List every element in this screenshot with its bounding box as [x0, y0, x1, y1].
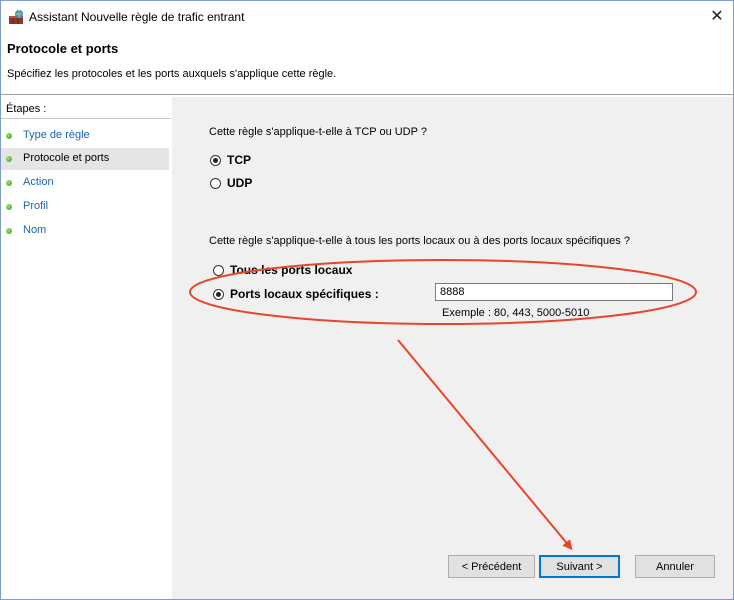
close-icon: ✕	[710, 8, 724, 25]
protocol-question: Cette règle s'applique-t-elle à TCP ou U…	[209, 126, 427, 138]
step-label: Action	[23, 176, 54, 188]
wizard-window: Assistant Nouvelle règle de trafic entra…	[0, 0, 734, 600]
page-description: Spécifiez les protocoles et les ports au…	[7, 68, 337, 80]
next-button[interactable]: Suivant >	[539, 555, 620, 578]
radio-button[interactable]	[213, 264, 224, 276]
radio-label-tcp: TCP	[227, 153, 251, 167]
radio-label-all-ports: Tous les ports locaux	[230, 263, 353, 277]
step-status-icon	[6, 204, 12, 210]
specific-ports-input[interactable]	[435, 283, 673, 301]
step-protocole-et-ports[interactable]: Protocole et ports	[1, 148, 169, 170]
steps-title: Étapes :	[6, 103, 47, 115]
radio-tcp[interactable]: TCP	[210, 153, 251, 167]
page-title: Protocole et ports	[7, 41, 119, 56]
step-label: Protocole et ports	[23, 152, 110, 164]
step-status-icon	[6, 228, 12, 234]
radio-button-checked[interactable]	[213, 288, 224, 300]
step-label: Nom	[23, 224, 47, 236]
step-label: Type de règle	[23, 129, 90, 141]
ports-example-hint: Exemple : 80, 443, 5000-5010	[442, 307, 590, 319]
step-action[interactable]: Action	[1, 172, 169, 194]
radio-all-ports[interactable]: Tous les ports locaux	[213, 263, 352, 277]
steps-sidebar: Étapes : Type de règle Protocole et port…	[1, 97, 171, 599]
header-divider	[1, 94, 733, 95]
radio-label-specific-ports: Ports locaux spécifiques :	[230, 287, 379, 301]
radio-specific-ports[interactable]: Ports locaux spécifiques :	[213, 287, 379, 301]
page-header: Protocole et ports Spécifiez les protoco…	[1, 33, 733, 87]
cancel-button[interactable]: Annuler	[635, 555, 715, 578]
step-status-icon	[6, 133, 12, 139]
content-panel: Cette règle s'applique-t-elle à TCP ou U…	[172, 97, 733, 599]
step-profil[interactable]: Profil	[1, 196, 169, 218]
radio-button-checked[interactable]	[210, 154, 221, 166]
window-title: Assistant Nouvelle règle de trafic entra…	[29, 10, 245, 24]
radio-button[interactable]	[210, 177, 221, 189]
radio-label-udp: UDP	[227, 176, 253, 190]
firewall-app-icon	[9, 10, 23, 24]
close-button[interactable]: ✕	[701, 1, 733, 31]
title-bar: Assistant Nouvelle règle de trafic entra…	[1, 1, 733, 33]
step-status-icon	[6, 180, 12, 186]
step-type-de-regle[interactable]: Type de règle	[1, 125, 169, 147]
step-status-icon	[6, 156, 12, 162]
step-nom[interactable]: Nom	[1, 220, 169, 242]
ports-question: Cette règle s'applique-t-elle à tous les…	[209, 235, 630, 247]
radio-udp[interactable]: UDP	[210, 176, 252, 190]
step-label: Profil	[23, 200, 49, 212]
previous-button[interactable]: < Précédent	[448, 555, 535, 578]
steps-divider	[1, 118, 171, 119]
